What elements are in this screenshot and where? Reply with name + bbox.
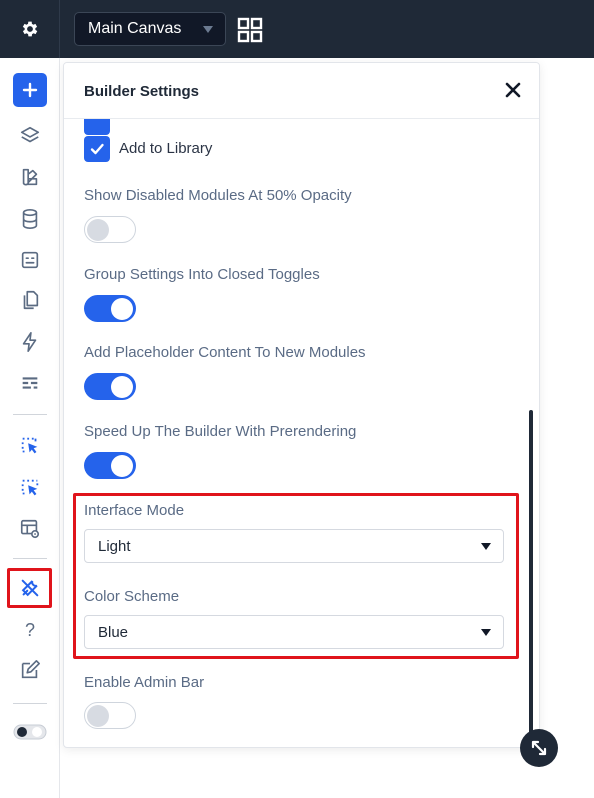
mode-toggle[interactable] [12,714,48,750]
admin-bar-label: Enable Admin Bar [84,674,205,691]
close-icon[interactable] [502,79,524,101]
layout-button[interactable] [12,365,48,401]
edit-button[interactable] [12,652,48,688]
tools-button[interactable] [12,570,48,606]
placeholder-label: Add Placeholder Content To New Modules [84,344,366,361]
sidebar-divider [13,558,47,559]
multi-select-button[interactable] [12,470,48,506]
theme-button[interactable] [12,159,48,195]
toggle-knob [111,454,133,477]
edit-icon [21,660,40,679]
chevron-down-icon [203,26,213,33]
group-toggles-label: Group Settings Into Closed Toggles [84,266,320,283]
highlight-box [73,493,519,659]
select-button[interactable] [12,428,48,464]
top-bar: Main Canvas [0,0,594,58]
resize-button[interactable] [520,729,558,767]
dynamic-content-button[interactable] [12,242,48,278]
prerender-toggle[interactable] [84,452,136,479]
sidebar-divider [13,414,47,415]
preview-button[interactable] [12,511,48,547]
layers-button[interactable] [12,118,48,154]
add-to-library-label: Add to Library [119,140,213,157]
performance-button[interactable] [12,324,48,360]
panel-title: Builder Settings [84,83,200,100]
pages-icon [23,290,39,310]
scrollbar[interactable] [529,410,533,740]
help-icon: ? [24,619,35,640]
gear-icon [22,21,37,37]
resize-icon [531,740,547,756]
select-cursor-icon [21,479,39,496]
bolt-icon [22,332,37,352]
grid-icon[interactable] [237,17,263,43]
canvas-select[interactable]: Main Canvas [74,12,226,46]
mode-toggle-icon [13,724,47,740]
help-button[interactable]: ? [12,612,48,648]
toggle-knob [111,297,133,320]
layers-icon [20,126,40,143]
database-icon [22,209,38,229]
admin-bar-toggle[interactable] [84,702,136,729]
toggle-knob [87,705,109,727]
canvas-select-value: Main Canvas [88,20,182,37]
disabled-opacity-label: Show Disabled Modules At 50% Opacity [84,187,352,204]
brush-icon [22,168,38,186]
plus-icon [22,82,38,98]
add-button[interactable] [13,73,47,107]
checkmark-icon [90,143,104,155]
preview-icon [20,519,40,539]
tools-icon [21,579,39,597]
prerender-label: Speed Up The Builder With Prerendering [84,423,357,440]
database-button[interactable] [12,201,48,237]
sidebar-divider [13,703,47,704]
toggle-knob [87,219,109,241]
select-cursor-icon [21,437,38,454]
disabled-opacity-toggle[interactable] [84,216,136,243]
panel-header: Builder Settings [64,63,539,119]
left-sidebar: ? [0,58,60,798]
add-to-library-checkbox[interactable] [84,136,110,162]
pages-button[interactable] [12,282,48,318]
placeholder-toggle[interactable] [84,373,136,400]
toggle-knob [111,375,133,398]
layout-icon [22,377,38,389]
content-icon [21,251,39,269]
group-toggles-toggle[interactable] [84,295,136,322]
settings-gear-button[interactable] [0,0,60,58]
